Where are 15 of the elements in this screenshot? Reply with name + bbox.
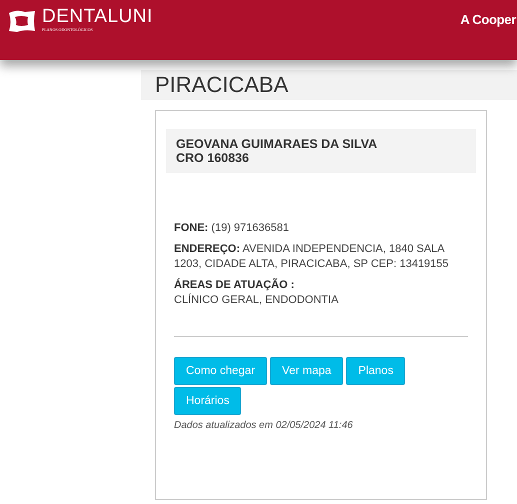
detail-text: CLÍNICO GERAL, ENDODONTIA xyxy=(174,293,340,308)
city-title: PIRACICABA xyxy=(141,70,517,100)
logo-icon xyxy=(7,9,37,33)
dentist-name: GEOVANA GUIMARAES DA SILVA xyxy=(176,137,378,151)
action-button[interactable]: Planos xyxy=(346,357,406,385)
detail-text: FONE: (19) 971636581 xyxy=(174,221,290,236)
detail-label: ÁREAS DE ATUAÇÃO : xyxy=(174,278,296,293)
nav-link[interactable]: A Cooper xyxy=(460,0,516,27)
detail-text: ENDEREÇO: AVENIDA INDEPENDENCIA, 1840 SALA 1203, CIDADE ALTA, PIRACICABA, SP CEP: 13419155 xyxy=(174,242,450,272)
action-button[interactable]: Como chegar xyxy=(174,357,268,385)
brand-name[interactable]: DENTALUNI xyxy=(42,7,153,27)
cro-number: CRO 160836 xyxy=(176,151,250,165)
action-button[interactable]: Ver mapa xyxy=(270,357,344,385)
update-note: Dados atualizados em 02/05/2024 11:46 xyxy=(174,420,354,431)
action-button[interactable]: Horários xyxy=(174,387,242,415)
